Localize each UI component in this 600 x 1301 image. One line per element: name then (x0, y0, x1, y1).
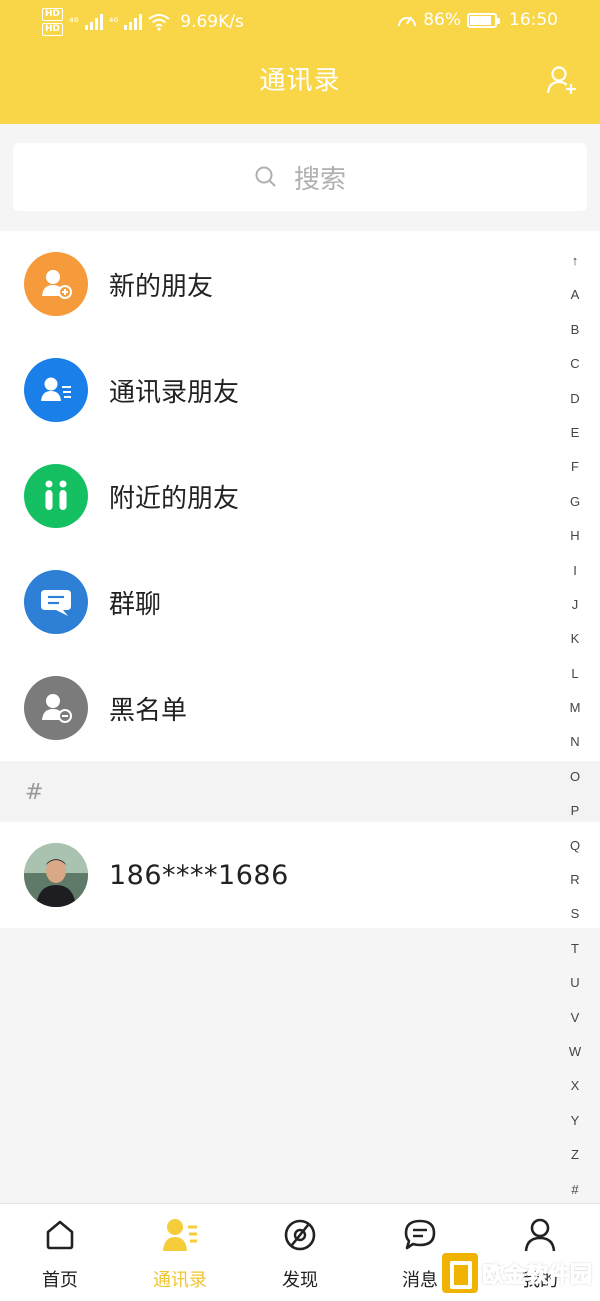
clock: 16:50 (509, 10, 558, 30)
signal-icon-2 (124, 14, 143, 30)
func-label-blacklist: 黑名单 (109, 695, 188, 726)
alpha-index-letter[interactable]: W (569, 1042, 581, 1076)
contact-row[interactable]: 186****1686 (0, 822, 600, 928)
add-user-icon[interactable] (546, 64, 578, 96)
section-header: # (0, 762, 600, 822)
alpha-index-letter[interactable]: L (571, 664, 578, 698)
network-speed: 9.69K/s (180, 12, 244, 32)
alpha-index-letter[interactable]: A (571, 285, 580, 319)
hd-badge-1: HD (42, 8, 64, 21)
tab-label-contacts: 通讯录 (153, 1270, 207, 1291)
alpha-index-letter[interactable]: O (570, 767, 580, 801)
alpha-index-letter[interactable]: H (570, 526, 579, 560)
alpha-index-letter[interactable]: M (570, 698, 581, 732)
new-friends-item[interactable]: 新的朋友 (0, 231, 600, 337)
alpha-index-letter[interactable]: ↑ (572, 251, 579, 285)
alpha-index-letter[interactable]: J (572, 595, 579, 629)
alpha-index-letter[interactable]: T (571, 939, 579, 973)
battery-icon (467, 12, 500, 28)
tab-home[interactable]: 首页 (0, 1204, 120, 1301)
alpha-index-letter[interactable]: N (570, 732, 579, 766)
discover-icon (281, 1216, 319, 1254)
tab-label-home: 首页 (42, 1270, 78, 1291)
alpha-index-letter[interactable]: F (571, 457, 579, 491)
speedometer-icon (398, 16, 417, 27)
alphabet-index[interactable]: ↑ A B C D E F G H I J K L M N O P Q R S T U V W X Y Z # (560, 251, 590, 1214)
hd-indicator: HD HD (42, 8, 64, 36)
tab-discover[interactable]: 发现 (240, 1204, 360, 1301)
message-icon (401, 1216, 439, 1254)
status-right: 86% 16:50 (397, 10, 558, 30)
alpha-index-letter[interactable]: D (570, 389, 579, 423)
blacklist-icon (24, 676, 88, 740)
home-icon (41, 1216, 79, 1254)
func-label-contacts-friends: 通讯录朋友 (109, 377, 240, 408)
network-type-2: ⁴⁶ (108, 15, 119, 29)
alpha-index-letter[interactable]: S (571, 904, 580, 938)
group-chat-item[interactable]: 群聊 (0, 549, 600, 655)
func-label-new-friends: 新的朋友 (109, 271, 214, 302)
func-label-group-chat: 群聊 (109, 589, 162, 620)
avatar (24, 843, 88, 907)
alpha-index-letter[interactable]: G (570, 492, 580, 526)
alpha-index-letter[interactable]: B (571, 320, 580, 354)
alpha-index-letter[interactable]: Y (571, 1111, 580, 1145)
watermark-text: 欧金软件园 (481, 1263, 592, 1289)
alpha-index-letter[interactable]: Q (570, 836, 580, 870)
nearby-friends-item[interactable]: 附近的朋友 (0, 443, 600, 549)
nearby-friend-icon (24, 464, 88, 528)
tab-label-discover: 发现 (282, 1270, 318, 1291)
contact-name: 186****1686 (109, 859, 289, 891)
new-friend-icon (24, 252, 88, 316)
search-placeholder: 搜索 (293, 164, 346, 195)
battery-fill (470, 15, 491, 25)
func-label-nearby-friends: 附近的朋友 (109, 483, 240, 514)
alpha-index-letter[interactable]: P (571, 801, 580, 835)
contacts-friend-icon (24, 358, 88, 422)
wifi-icon (148, 14, 170, 31)
status-bar: HD HD ⁴⁶ ⁴⁶ 9.69K/s 86% 16:50 (0, 0, 600, 42)
profile-icon (521, 1216, 559, 1254)
alpha-index-letter[interactable]: E (571, 423, 580, 457)
alpha-index-letter[interactable]: X (571, 1076, 580, 1110)
tab-contacts[interactable]: 通讯录 (120, 1204, 240, 1301)
search-icon (255, 166, 276, 187)
contacts-icon (161, 1216, 199, 1254)
watermark-logo-icon (441, 1253, 478, 1293)
alpha-index-letter[interactable]: R (570, 870, 579, 904)
alpha-index-letter[interactable]: V (571, 1008, 580, 1042)
signal-icon (84, 14, 103, 30)
alpha-index-letter[interactable]: K (571, 629, 580, 663)
search-bar[interactable]: 搜索 (13, 143, 587, 211)
network-type-1: ⁴⁶ (69, 15, 79, 29)
tab-label-messages: 消息 (402, 1270, 438, 1291)
contacts-friends-item[interactable]: 通讯录朋友 (0, 337, 600, 443)
status-left: HD HD ⁴⁶ ⁴⁶ 9.69K/s (42, 8, 244, 36)
function-list: 新的朋友 通讯录朋友 附近的朋友 群聊 黑名单 (0, 231, 600, 761)
page-title: 通讯录 (259, 66, 341, 96)
alpha-index-letter[interactable]: I (573, 561, 577, 595)
battery-percent: 86% (423, 10, 461, 30)
alpha-index-letter[interactable]: U (570, 973, 579, 1007)
hd-badge-2: HD (42, 23, 64, 36)
app-header: HD HD ⁴⁶ ⁴⁶ 9.69K/s 86% 16:50 通讯录 (0, 0, 600, 124)
alpha-index-letter[interactable]: Z (571, 1145, 579, 1179)
group-chat-icon (24, 570, 88, 634)
blacklist-item[interactable]: 黑名单 (0, 655, 600, 761)
watermark: 欧金软件园 (441, 1251, 593, 1295)
alpha-index-letter[interactable]: C (570, 354, 579, 388)
